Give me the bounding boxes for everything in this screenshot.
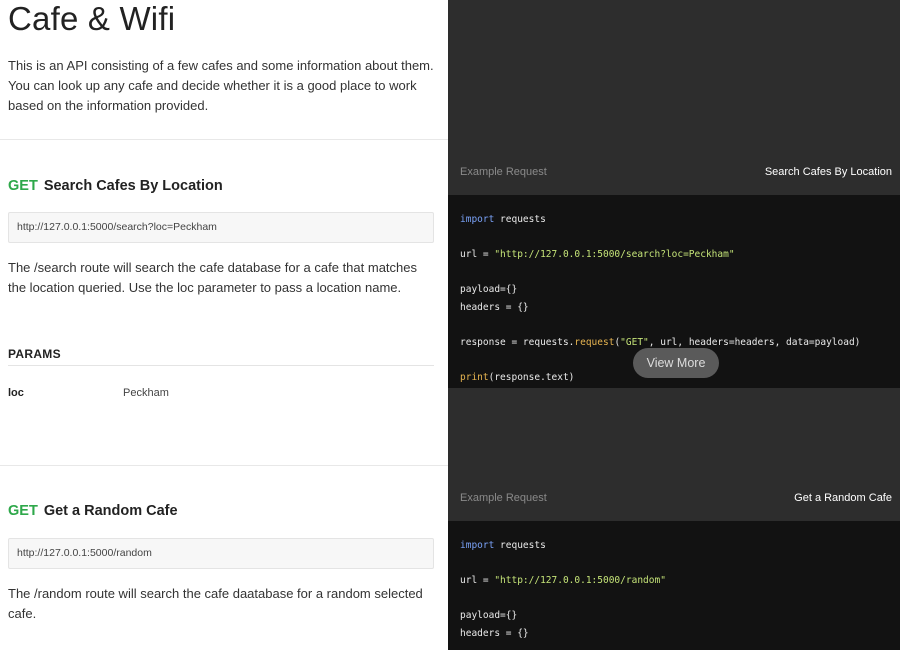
params-divider [8,365,434,366]
example-label: Example Request [460,166,547,178]
section-divider [0,139,448,140]
code-line: url = "http://127.0.0.1:5000/random" [460,575,666,586]
code-line: payload={} [460,610,518,621]
code-line: payload={} [460,284,518,295]
endpoint-url-search[interactable]: http://127.0.0.1:5000/search?loc=Peckham [8,212,434,243]
endpoint-name: Search Cafes By Location [43,178,223,194]
params-heading: PARAMS [8,347,61,361]
code-line: print(response.text) [460,372,575,383]
example-name-random[interactable]: Get a Random Cafe [794,492,892,504]
code-line: url = "http://127.0.0.1:5000/search?loc=… [460,249,735,260]
endpoint-description-random: The /random route will search the cafe d… [8,586,423,621]
code-line: headers = {} [460,302,529,313]
method-badge: GET [8,503,38,519]
api-intro: This is an API consisting of a few cafes… [8,58,434,113]
code-line: import requests [460,540,546,551]
page-title: Cafe & Wifi [8,0,176,37]
endpoint-description-search: The /search route will search the cafe d… [8,260,417,295]
example-label: Example Request [460,492,547,504]
endpoint-heading-random[interactable]: GET Get a Random Cafe [8,503,178,519]
examples-panel: Example Request Search Cafes By Location… [448,0,900,650]
endpoint-heading-search[interactable]: GET Search Cafes By Location [8,178,223,194]
section-divider [0,465,448,466]
docs-panel: Cafe & Wifi This is an API consisting of… [0,0,448,650]
method-badge: GET [8,178,38,194]
param-value: Peckham [123,387,169,399]
endpoint-name: Get a Random Cafe [43,503,178,519]
endpoint-url-random[interactable]: http://127.0.0.1:5000/random [8,538,434,569]
param-name: loc [8,387,24,399]
code-line: import requests [460,214,546,225]
code-block-random: import requests url = "http://127.0.0.1:… [448,521,900,650]
code-line: response = requests.request("GET", url, … [460,337,861,348]
code-line: headers = {} [460,628,529,639]
example-name-search[interactable]: Search Cafes By Location [765,166,892,178]
view-more-button[interactable]: View More [633,348,719,378]
